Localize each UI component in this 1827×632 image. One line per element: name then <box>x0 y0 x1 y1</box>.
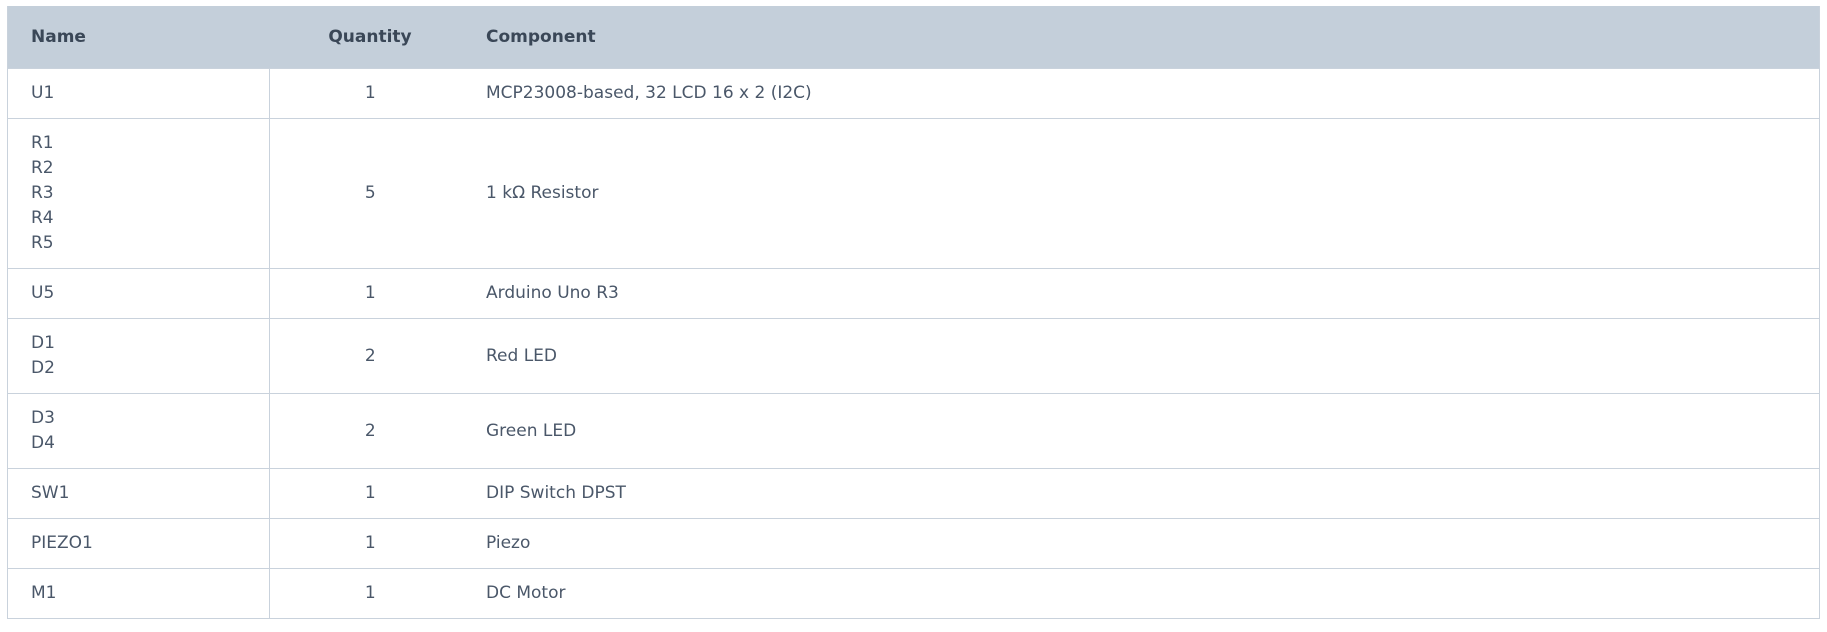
component-cell: Piezo <box>486 533 531 553</box>
column-header-component: Component <box>486 26 596 47</box>
table-row: D1 D2 2 Red LED <box>8 318 1819 393</box>
quantity-cell: 1 <box>364 583 376 604</box>
table-row: SW1 1 DIP Switch DPST <box>8 468 1819 518</box>
column-header-quantity: Quantity <box>328 26 412 47</box>
name-cell: D1 D2 <box>8 318 270 393</box>
component-designator: U5 <box>31 282 55 303</box>
component-designator: D3 <box>31 407 55 428</box>
name-cell: D3 D4 <box>8 393 270 468</box>
component-designator: U1 <box>31 82 55 103</box>
component-list-table-container: Name Quantity Component U1 1 MCP23008-ba… <box>7 6 1820 619</box>
component-designator: R2 <box>31 157 54 178</box>
name-cell: PIEZO1 <box>8 518 270 568</box>
quantity-cell: 1 <box>364 83 376 103</box>
component-cell: 1 kΩ Resistor <box>486 183 599 203</box>
column-header-name: Name <box>31 26 86 47</box>
name-cell: R1 R2 R3 R4 R5 <box>8 118 270 268</box>
component-designator: D4 <box>31 432 55 453</box>
component-cell: Green LED <box>486 420 577 441</box>
component-designator: PIEZO1 <box>31 532 93 553</box>
table-row: D3 D4 2 Green LED <box>8 393 1819 468</box>
table-row: U1 1 MCP23008-based, 32 LCD 16 x 2 (I2C) <box>8 68 1819 118</box>
quantity-cell: 5 <box>364 183 376 203</box>
quantity-cell: 2 <box>364 345 376 366</box>
name-cell: M1 <box>8 568 270 618</box>
table-header-row: Name Quantity Component <box>8 6 1819 68</box>
component-cell: DIP Switch DPST <box>486 483 626 503</box>
quantity-cell: 1 <box>364 533 376 553</box>
quantity-cell: 1 <box>364 483 376 503</box>
name-cell: SW1 <box>8 468 270 518</box>
name-cell: U5 <box>8 268 270 318</box>
component-designator: R5 <box>31 232 54 253</box>
table-row: U5 1 Arduino Uno R3 <box>8 268 1819 318</box>
component-designator: R4 <box>31 207 54 228</box>
quantity-cell: 2 <box>364 420 376 441</box>
component-cell: MCP23008-based, 32 LCD 16 x 2 (I2C) <box>486 83 812 103</box>
component-cell: Arduino Uno R3 <box>486 283 619 303</box>
component-list-table: Name Quantity Component U1 1 MCP23008-ba… <box>8 6 1819 618</box>
component-designator: R1 <box>31 132 54 153</box>
table-row: R1 R2 R3 R4 R5 5 1 kΩ Resistor <box>8 118 1819 268</box>
name-cell: U1 <box>8 68 270 118</box>
component-designator: R3 <box>31 182 54 203</box>
table-row: PIEZO1 1 Piezo <box>8 518 1819 568</box>
component-designator: D1 <box>31 332 55 353</box>
table-header: Name Quantity Component <box>8 6 1819 68</box>
component-designator: SW1 <box>31 482 70 503</box>
component-cell: Red LED <box>486 345 558 366</box>
component-cell: DC Motor <box>486 583 566 604</box>
table-body: U1 1 MCP23008-based, 32 LCD 16 x 2 (I2C)… <box>8 68 1819 618</box>
component-designator: D2 <box>31 357 55 378</box>
quantity-cell: 1 <box>364 283 376 303</box>
component-designator: M1 <box>31 582 57 603</box>
table-row: M1 1 DC Motor <box>8 568 1819 618</box>
